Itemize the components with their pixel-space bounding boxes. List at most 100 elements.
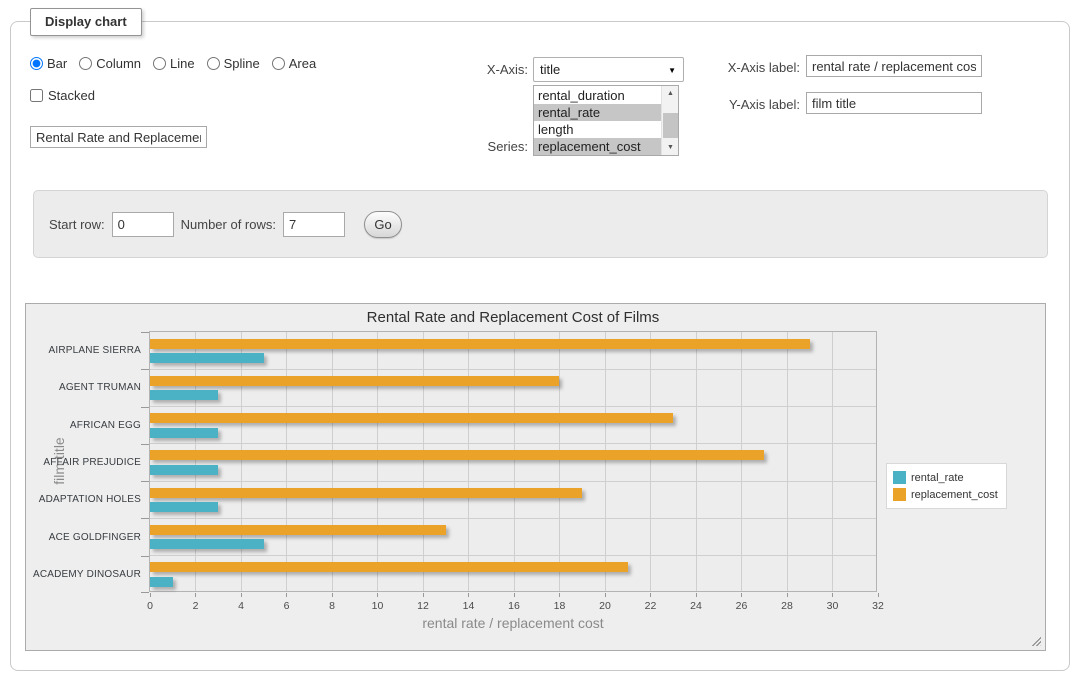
category-label: ACADEMY DINOSAUR <box>33 556 141 593</box>
x-tick-label: 16 <box>496 600 532 612</box>
x-tick-label: 26 <box>724 600 760 612</box>
category-label: ACE GOLDFINGER <box>49 518 141 555</box>
gridline-vertical <box>332 332 333 591</box>
series-option-rental_duration[interactable]: rental_duration <box>534 87 661 104</box>
series-option-rental_rate[interactable]: rental_rate <box>534 104 661 121</box>
x-tick-label: 14 <box>451 600 487 612</box>
legend-label: replacement_cost <box>911 489 998 501</box>
triangle-up-icon: ▲ <box>667 90 674 97</box>
go-button[interactable]: Go <box>364 211 402 238</box>
y-axis-tick <box>141 481 149 482</box>
chart-type-radio-spline[interactable] <box>207 57 220 70</box>
chart-container: Rental Rate and Replacement Cost of Film… <box>25 303 1046 651</box>
chart-type-area[interactable]: Area <box>272 56 316 71</box>
x-axis-select-label: X-Axis: <box>420 62 528 77</box>
y-axis-tick <box>141 332 149 333</box>
x-axis-tick <box>741 593 742 597</box>
chart-type-spline[interactable]: Spline <box>207 56 260 71</box>
chart-type-radio-label: Bar <box>47 56 67 71</box>
fieldset-legend-label: Display chart <box>45 14 127 29</box>
x-axis-tick <box>832 593 833 597</box>
x-tick-label: 20 <box>587 600 623 612</box>
x-axis-label-input[interactable] <box>806 55 982 77</box>
x-axis-tick <box>605 593 606 597</box>
legend-swatch <box>893 488 906 501</box>
y-axis-tick <box>141 444 149 445</box>
resize-handle[interactable] <box>1030 635 1041 646</box>
x-axis-tick <box>650 593 651 597</box>
x-axis-tick <box>150 593 151 597</box>
x-axis-select[interactable]: title ▼ <box>533 57 684 82</box>
gridline-vertical <box>832 332 833 591</box>
series-options: rental_durationrental_ratelengthreplacem… <box>534 87 661 155</box>
x-tick-label: 24 <box>678 600 714 612</box>
gridline-vertical <box>423 332 424 591</box>
x-tick-label: 0 <box>132 600 168 612</box>
gridline-vertical <box>787 332 788 591</box>
gridline-vertical <box>286 332 287 591</box>
triangle-down-icon: ▼ <box>667 144 674 151</box>
chart-type-line[interactable]: Line <box>153 56 195 71</box>
x-axis-tick <box>468 593 469 597</box>
scrollbar[interactable]: ▲ ▼ <box>661 86 678 155</box>
series-option-replacement_cost[interactable]: replacement_cost <box>534 138 661 155</box>
gridline-horizontal <box>150 443 876 444</box>
bar-replacement_cost <box>150 525 446 535</box>
x-tick-label: 6 <box>269 600 305 612</box>
chart-type-radio-bar[interactable] <box>30 57 43 70</box>
stacked-checkbox-row[interactable]: Stacked <box>30 88 95 103</box>
y-axis-tick <box>141 592 149 593</box>
x-axis-tick <box>559 593 560 597</box>
chevron-down-icon: ▼ <box>668 66 676 75</box>
x-axis-tick <box>787 593 788 597</box>
legend-entry-replacement_cost: replacement_cost <box>893 486 998 503</box>
chart-type-radio-column[interactable] <box>79 57 92 70</box>
scroll-up-button[interactable]: ▲ <box>662 86 679 101</box>
x-axis-select-value: title <box>540 62 560 77</box>
x-tick-label: 2 <box>178 600 214 612</box>
chart-type-radio-label: Spline <box>224 56 260 71</box>
bar-rental_rate <box>150 577 173 587</box>
x-tick-label: 22 <box>633 600 669 612</box>
y-axis-tick <box>141 518 149 519</box>
category-label: AFRICAN EGG <box>70 407 141 444</box>
x-axis-tick <box>514 593 515 597</box>
x-axis-tick <box>423 593 424 597</box>
gridline-vertical <box>195 332 196 591</box>
x-tick-label: 18 <box>542 600 578 612</box>
number-of-rows-input[interactable] <box>283 212 345 237</box>
gridline-vertical <box>605 332 606 591</box>
x-axis-tick <box>878 593 879 597</box>
series-multiselect[interactable]: rental_durationrental_ratelengthreplacem… <box>533 85 679 156</box>
x-tick-label: 32 <box>860 600 896 612</box>
chart-legend: rental_ratereplacement_cost <box>886 463 1007 509</box>
chart-type-radio-label: Column <box>96 56 141 71</box>
gridline-vertical <box>514 332 515 591</box>
scroll-down-button[interactable]: ▼ <box>662 140 679 155</box>
bar-rental_rate <box>150 539 264 549</box>
bar-replacement_cost <box>150 562 628 572</box>
chart-type-radio-area[interactable] <box>272 57 285 70</box>
x-tick-label: 12 <box>405 600 441 612</box>
series-option-length[interactable]: length <box>534 121 661 138</box>
scrollbar-thumb[interactable] <box>663 113 678 138</box>
bar-rental_rate <box>150 353 264 363</box>
x-axis-tick <box>332 593 333 597</box>
y-axis-tick <box>141 369 149 370</box>
bar-replacement_cost <box>150 488 582 498</box>
bar-rental_rate <box>150 502 218 512</box>
start-row-label: Start row: <box>49 217 105 232</box>
chart-type-bar[interactable]: Bar <box>30 56 67 71</box>
start-row-input[interactable] <box>112 212 174 237</box>
y-axis-label-input[interactable] <box>806 92 982 114</box>
chart-title: Rental Rate and Replacement Cost of Film… <box>149 309 877 326</box>
category-label: AIRPLANE SIERRA <box>49 332 141 369</box>
stacked-checkbox[interactable] <box>30 89 43 102</box>
gridline-vertical <box>377 332 378 591</box>
x-tick-label: 4 <box>223 600 259 612</box>
chart-title-input[interactable] <box>30 126 207 148</box>
category-label: AFFAIR PREJUDICE <box>43 444 141 481</box>
bar-replacement_cost <box>150 413 673 423</box>
chart-type-radio-line[interactable] <box>153 57 166 70</box>
chart-type-column[interactable]: Column <box>79 56 141 71</box>
